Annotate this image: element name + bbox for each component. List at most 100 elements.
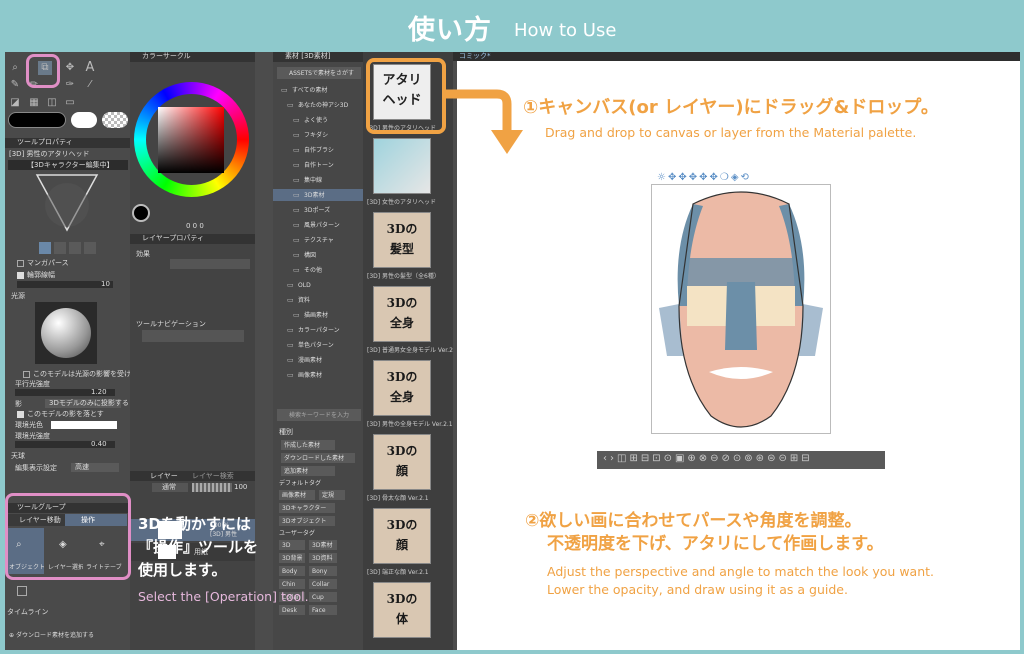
light-checkbox[interactable] — [23, 371, 30, 378]
shadow-label: 影 — [15, 400, 22, 408]
tag-button[interactable]: Body — [279, 566, 305, 576]
download-add-link[interactable]: ⊕ ダウンロード素材を追加する — [9, 631, 94, 640]
material-tree-item[interactable]: ▭ その他 — [273, 264, 363, 276]
tag-button[interactable]: Collar — [309, 579, 337, 589]
main-color-swatch[interactable] — [8, 112, 66, 128]
ambient-color-swatch[interactable] — [51, 421, 117, 429]
tag-label: 定規 — [322, 492, 335, 499]
move-tool-icon[interactable]: ✥ — [63, 61, 77, 75]
tag-button[interactable]: 定規 — [319, 490, 345, 500]
material-tree-item[interactable]: ▭ カラーパターン — [273, 324, 363, 336]
frame-tool-icon[interactable]: ▭ — [63, 96, 77, 110]
material-thumbnail[interactable]: 3Dの 顔 — [373, 434, 431, 490]
tag-button[interactable]: 追加素材 — [281, 466, 335, 476]
fill-tool-icon[interactable]: ◪ — [8, 96, 22, 110]
material-thumbnail[interactable]: 3Dの 髪型 — [373, 212, 431, 268]
cast-shadow-checkbox[interactable] — [17, 411, 24, 418]
sub-color-swatch[interactable] — [71, 112, 97, 128]
tool-property-header: ツールプロパティ — [5, 138, 130, 148]
timeline-icon[interactable] — [17, 586, 27, 596]
tag-button[interactable]: 3D — [279, 540, 305, 550]
tag-button[interactable]: Bony — [309, 566, 337, 576]
tag-button[interactable]: 画像素材 — [279, 490, 315, 500]
search-assets-label: ASSETSで素材をさがす — [289, 70, 354, 77]
material-tree-item[interactable]: ▭ 描画素材 — [273, 309, 363, 321]
outline-width-slider[interactable] — [17, 281, 113, 288]
material-search-input[interactable]: 検索キーワードを入力 — [277, 409, 361, 421]
manga-perspective-checkbox[interactable] — [17, 260, 24, 267]
tag-button[interactable]: Desk — [279, 605, 305, 615]
pose-hand2-icon[interactable] — [54, 242, 66, 254]
material-tree-item[interactable]: ▭ 自作トーン — [273, 159, 363, 171]
thumbnail-title: 3Dの 顔 — [386, 444, 418, 478]
tool-nav-button[interactable] — [142, 330, 244, 342]
tag-button[interactable]: 3D素材 — [309, 540, 337, 550]
material-tree-item[interactable]: ▭ 資料 — [273, 294, 363, 306]
material-tree-label: 単色パターン — [298, 342, 334, 349]
material-tree-item[interactable]: ▭ 3Dポーズ — [273, 204, 363, 216]
tag-label: 画像素材 — [282, 492, 307, 499]
layer-search-tab[interactable]: レイヤー検索 — [192, 472, 234, 481]
object-launcher-icons[interactable]: ☼✥✥✥✥✥❍◈⟲ — [657, 173, 751, 183]
material-tree-item[interactable]: ▭ 風景パターン — [273, 219, 363, 231]
material-thumbnail[interactable]: 3Dの 全身 — [373, 360, 431, 416]
material-tree-item[interactable]: ▭ OLD — [273, 279, 363, 291]
brush-tool-icon[interactable]: ✑ — [63, 78, 77, 92]
zoom-tool-icon[interactable]: ⌕ — [8, 61, 22, 75]
blend-mode-select[interactable]: 通常 — [152, 483, 188, 492]
material-tree-label: 画像素材 — [298, 372, 323, 379]
material-tree-item[interactable]: ▭ あなたの神アシ3D — [273, 99, 363, 111]
tag-button[interactable]: 3Dキャラクター — [279, 503, 335, 513]
opacity-slider[interactable] — [192, 483, 232, 492]
ambient-strength-label: 環境光強度 — [15, 432, 50, 440]
shape-tool-icon[interactable]: ◫ — [45, 96, 59, 110]
transparent-color-swatch[interactable] — [102, 112, 128, 128]
timeline-label: タイムライン — [7, 608, 49, 616]
text-tool-icon[interactable]: A — [83, 61, 97, 75]
head-model[interactable] — [653, 186, 829, 434]
gradient-tool-icon[interactable]: ▦ — [27, 96, 41, 110]
search-assets-button[interactable]: ASSETSで素材をさがす — [277, 67, 361, 79]
pose-hand4-icon[interactable] — [84, 242, 96, 254]
material-tree-item[interactable]: ▭ すべての素材 — [273, 84, 363, 96]
thumbnail-label: [3D] 男性の髪型（全6種） — [367, 273, 440, 280]
material-tree-item[interactable]: ▭ 3D素材 — [273, 189, 363, 201]
thumbnail-label: [3D] 男性の全身モデル Ver.2.1 — [367, 421, 453, 428]
material-tree-label: カラーパターン — [298, 327, 340, 334]
outline-width-checkbox[interactable] — [17, 272, 24, 279]
canvas-tab[interactable]: コミック* — [459, 52, 491, 61]
tag-button[interactable]: 3D背景 — [279, 553, 305, 563]
material-thumbnail[interactable]: 3Dの 顔 — [373, 508, 431, 564]
effect-buttons[interactable] — [170, 259, 250, 269]
material-tree-item[interactable]: ▭ 単色パターン — [273, 339, 363, 351]
tag-button[interactable]: Chin — [279, 579, 305, 589]
tag-button[interactable]: ダウンロードした素材 — [281, 453, 355, 463]
step2-jp2: 不透明度を下げ、アタリにして作画します。 — [547, 534, 884, 554]
material-thumbnail[interactable]: 3Dの 体 — [373, 582, 431, 638]
tag-button[interactable]: 3Dオブジェクト — [279, 516, 335, 526]
folder-icon: ▭ — [293, 266, 300, 274]
object-toolbar[interactable]: ‹›◫⊞⊟⊡⊙▣⊕⊗⊖⊘⊙⊚⊛⊜⊝⊞⊟ — [597, 451, 885, 469]
pose-hand-icon[interactable] — [39, 242, 51, 254]
tag-button[interactable]: Cup — [309, 592, 337, 602]
light-sphere-preview[interactable] — [35, 302, 97, 364]
material-tree-item[interactable]: ▭ フキダシ — [273, 129, 363, 141]
material-thumbnail[interactable] — [373, 138, 431, 194]
material-tree-item[interactable]: ▭ 集中線 — [273, 174, 363, 186]
saturation-square[interactable] — [158, 107, 224, 173]
material-tree-item[interactable]: ▭ 画像素材 — [273, 369, 363, 381]
tag-button[interactable]: Face — [309, 605, 337, 615]
tag-button[interactable]: 3D資料 — [309, 553, 337, 563]
eyedropper-tool-icon[interactable]: ⁄ — [83, 78, 97, 92]
pose-hand3-icon[interactable] — [69, 242, 81, 254]
material-tree-item[interactable]: ▭ 漫画素材 — [273, 354, 363, 366]
opacity-value: 100 — [234, 483, 248, 491]
tag-button[interactable]: 作成した素材 — [281, 440, 335, 450]
material-tree-item[interactable]: ▭ テクスチャ — [273, 234, 363, 246]
material-thumbnail[interactable]: 3Dの 全身 — [373, 286, 431, 342]
pen-tool-icon[interactable]: ✎ — [8, 78, 22, 92]
layer-tab[interactable]: レイヤー — [150, 472, 178, 481]
material-tree-item[interactable]: ▭ 自作ブラシ — [273, 144, 363, 156]
material-tree-item[interactable]: ▭ 構図 — [273, 249, 363, 261]
material-tree-item[interactable]: ▭ よく使う — [273, 114, 363, 126]
